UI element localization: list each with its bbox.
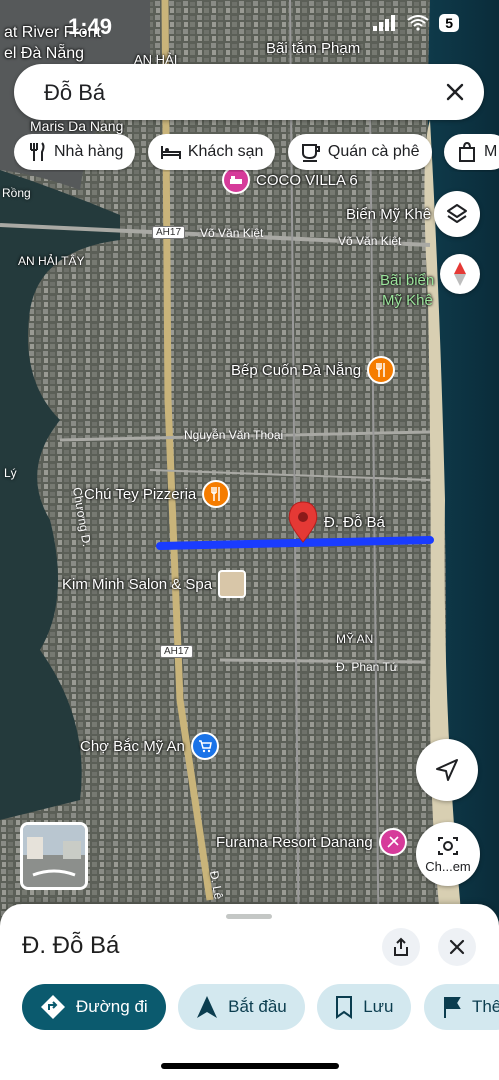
road-label: Nguyễn Văn Thoại	[184, 428, 284, 442]
selected-street-label: Đ. Đỗ Bá	[324, 514, 385, 531]
poi-label: Bếp Cuốn Đà Nẵng	[231, 361, 362, 379]
drag-handle[interactable]	[226, 914, 272, 919]
directions-button[interactable]: Đường đi	[22, 984, 166, 1030]
restaurant-icon	[367, 356, 396, 384]
highway-shield: AH17	[160, 645, 194, 658]
close-sheet-button[interactable]	[438, 928, 476, 966]
beach-label: Mỹ Khê	[382, 292, 433, 309]
search-bar[interactable]	[14, 64, 484, 120]
close-icon[interactable]	[440, 77, 470, 107]
close-icon	[449, 939, 465, 955]
chip-label: Quán cà phê	[327, 143, 420, 160]
road-label: Rồng	[2, 186, 31, 200]
battery-indicator: 5	[439, 14, 459, 32]
save-button[interactable]: Lưu	[317, 984, 412, 1030]
navigation-arrow-icon	[197, 996, 218, 1018]
action-label: Đường đi	[76, 997, 148, 1016]
poi-bep-cuon[interactable]: Bếp Cuốn Đà Nẵng	[231, 356, 396, 384]
coffee-icon	[301, 144, 320, 162]
beach-label: Bãi biển	[380, 272, 435, 289]
chip-shopping[interactable]: M	[443, 134, 499, 170]
poi-label: Chợ Bắc Mỹ An	[80, 737, 185, 755]
chip-restaurants[interactable]: Nhà hàng	[14, 134, 136, 170]
directions-icon	[41, 995, 65, 1019]
compass-button[interactable]	[440, 254, 480, 294]
street-view-thumbnail[interactable]	[20, 822, 88, 890]
map-label: Biển Mỹ Khê	[346, 206, 432, 223]
navigation-arrow-icon	[436, 759, 458, 781]
poi-label: Furama Resort Danang	[216, 833, 373, 851]
road-label: Lý	[4, 466, 17, 480]
shopping-bag-icon	[458, 141, 475, 162]
home-indicator	[161, 1063, 339, 1069]
restaurant-icon	[202, 480, 231, 508]
camera-label: Ch...em	[425, 858, 471, 874]
chip-hotels[interactable]: Khách sạn	[147, 134, 276, 170]
status-time: 1:49	[68, 14, 113, 39]
chip-coffee[interactable]: Quán cà phê	[287, 134, 432, 170]
chip-label: M	[483, 143, 498, 160]
spa-photo-icon	[218, 570, 247, 598]
category-chips: Nhà hàng Khách sạn Quán cà phê M	[14, 134, 499, 172]
action-label: Lưu	[363, 997, 394, 1016]
compass-icon	[454, 262, 466, 286]
restaurant-icon	[30, 142, 45, 161]
camera-search-button[interactable]: Ch...em	[416, 822, 480, 886]
poi-label: Kim Minh Salon & Spa	[62, 575, 213, 593]
wifi-icon	[407, 15, 429, 31]
poi-label: Chú Tey Pizzeria	[84, 485, 197, 503]
place-title: Đ. Đỗ Bá	[22, 932, 120, 959]
road-label: Đ. Phan Tứ	[336, 660, 398, 674]
signal-icon	[373, 15, 396, 31]
bookmark-icon	[336, 996, 353, 1019]
poi-chu-tey[interactable]: Chú Tey Pizzeria	[84, 480, 231, 508]
district-label: AN HẢI TÂY	[18, 254, 85, 268]
lens-camera-icon	[438, 836, 458, 855]
poi-label: COCO VILLA 6	[256, 171, 358, 189]
flag-icon	[443, 997, 461, 1018]
map-label: Maris Da Nang	[30, 118, 124, 134]
district-label: MỸ AN	[336, 632, 374, 646]
highway-shield: AH17	[152, 226, 186, 239]
layers-icon	[447, 204, 467, 223]
hotel-icon	[160, 146, 181, 159]
road-label: Võ Văn Kiệt	[200, 226, 264, 240]
road-label: Võ Văn Kiệt	[338, 234, 402, 248]
action-label: Thê	[471, 997, 499, 1016]
layers-button[interactable]	[434, 191, 480, 237]
share-button[interactable]	[382, 928, 420, 966]
start-button[interactable]: Bắt đầu	[178, 984, 305, 1030]
poi-furama[interactable]: Furama Resort Danang	[216, 828, 407, 856]
share-icon	[394, 937, 408, 956]
action-buttons: Đường đi Bắt đầu Lưu Thê	[22, 984, 499, 1032]
poi-kim-minh[interactable]: Kim Minh Salon & Spa	[62, 570, 247, 598]
add-label-button[interactable]: Thê	[423, 984, 499, 1030]
search-input[interactable]	[42, 78, 426, 108]
chip-label: Khách sạn	[187, 143, 264, 160]
shopping-cart-icon	[190, 732, 219, 760]
poi-cho-bac-my-an[interactable]: Chợ Bắc Mỹ An	[80, 732, 219, 760]
chip-label: Nhà hàng	[54, 143, 124, 160]
place-bottom-sheet[interactable]: Đ. Đỗ Bá Đường đi Bắt đầu Lưu Thê	[0, 904, 499, 1080]
action-label: Bắt đầu	[228, 997, 287, 1016]
resort-icon	[378, 828, 407, 856]
status-bar: 1:49 5	[0, 0, 499, 52]
my-location-button[interactable]	[416, 739, 478, 801]
